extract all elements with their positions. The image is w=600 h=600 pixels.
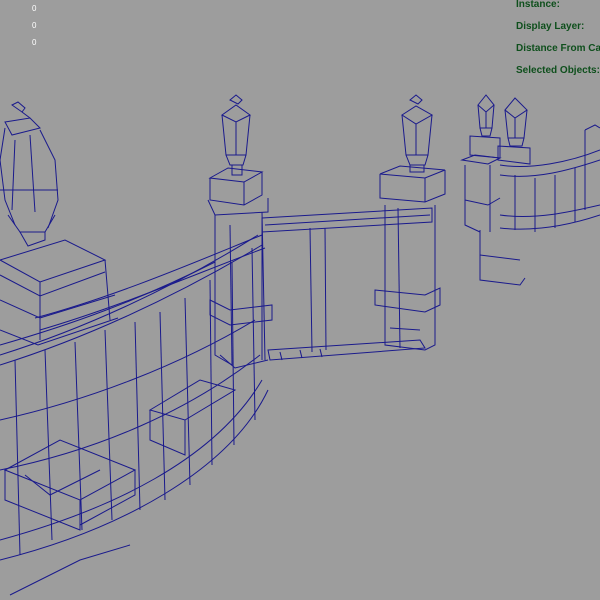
pillar-middle-right[interactable] [374, 165, 446, 351]
gate-opening[interactable] [261, 207, 433, 361]
curved-wall-right[interactable] [460, 124, 600, 286]
lamp-far-right-a[interactable] [469, 94, 501, 159]
3d-viewport[interactable]: 0 0 0 Instance: Display Layer: Distance … [0, 0, 600, 600]
lamp-middle-right[interactable] [401, 94, 434, 173]
wireframe-model[interactable] [0, 0, 600, 600]
lamp-left[interactable] [0, 101, 59, 247]
lamp-middle-left[interactable] [221, 94, 251, 176]
lamp-far-right-b[interactable] [497, 97, 531, 165]
pillar-left[interactable] [0, 239, 119, 346]
